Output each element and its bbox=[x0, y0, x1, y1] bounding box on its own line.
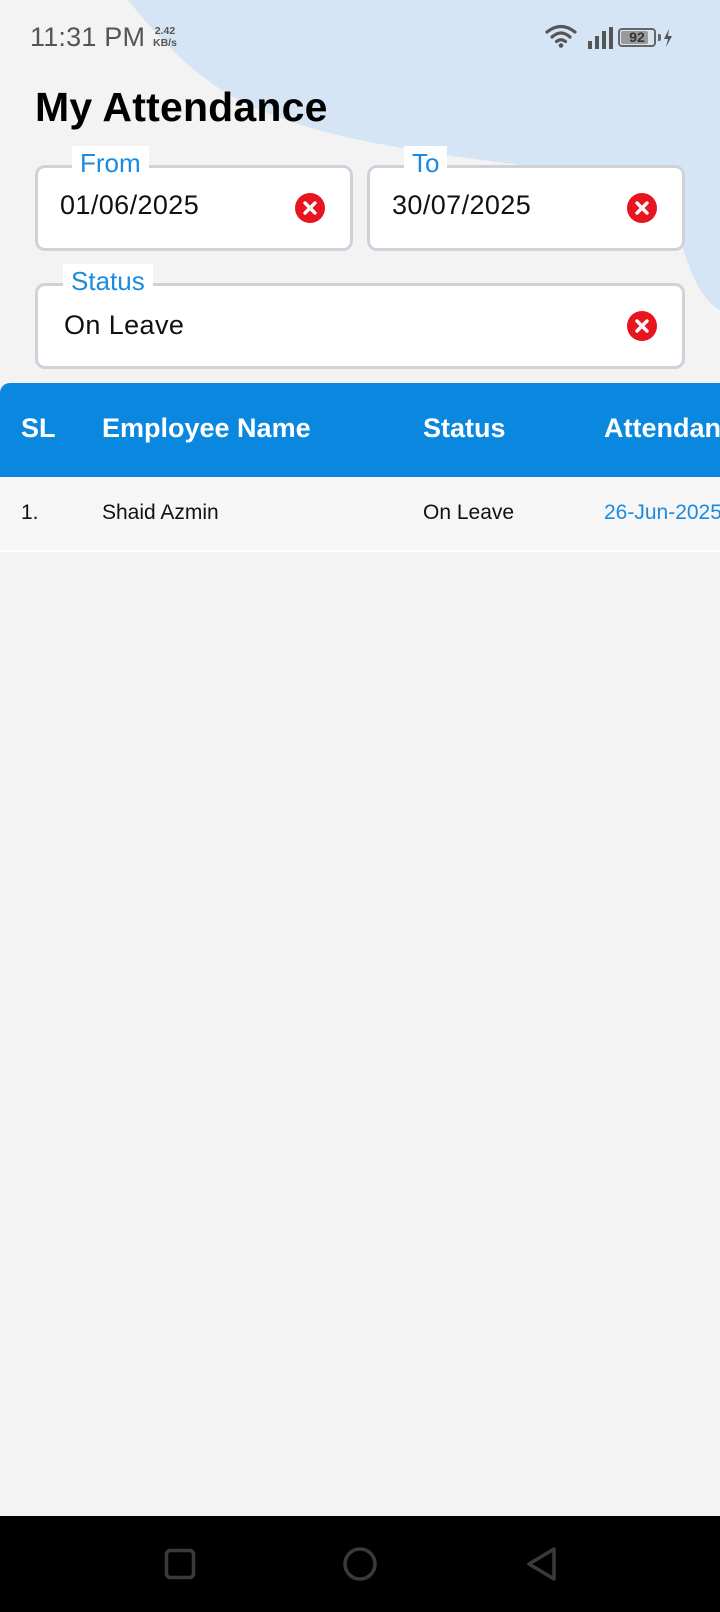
clear-from-button[interactable] bbox=[295, 193, 325, 223]
battery-tip bbox=[658, 34, 661, 41]
cell-employee-name: Shaid Azmin bbox=[102, 501, 219, 524]
back-icon[interactable] bbox=[525, 1546, 559, 1582]
table-row[interactable]: 1. Shaid Azmin On Leave 26-Jun-2025 bbox=[0, 477, 720, 552]
signal-icon bbox=[588, 27, 613, 49]
to-date-value[interactable]: 30/07/2025 bbox=[392, 190, 531, 221]
to-label: To bbox=[404, 146, 448, 180]
from-date-value[interactable]: 01/06/2025 bbox=[60, 190, 199, 221]
header-sl: SL bbox=[21, 413, 56, 443]
header-status: Status bbox=[423, 413, 506, 443]
network-speed-unit: KB/s bbox=[153, 37, 177, 49]
battery-icon: 92 bbox=[618, 28, 656, 47]
to-date-field[interactable]: To 30/07/2025 bbox=[367, 146, 685, 251]
status-filter-field[interactable]: Status On Leave bbox=[35, 264, 685, 369]
page-title: My Attendance bbox=[35, 84, 328, 130]
cell-sl: 1. bbox=[21, 501, 39, 524]
clear-to-button[interactable] bbox=[627, 193, 657, 223]
cell-status: On Leave bbox=[423, 501, 515, 524]
from-label: From bbox=[72, 146, 149, 180]
status-filter-value[interactable]: On Leave bbox=[64, 310, 184, 341]
clear-status-button[interactable] bbox=[627, 311, 657, 341]
close-icon bbox=[303, 201, 317, 215]
close-icon bbox=[635, 201, 649, 215]
attendance-table[interactable]: SL Employee Name Status Attendan 1. Shai… bbox=[0, 383, 720, 552]
charging-icon bbox=[664, 29, 672, 47]
status-label: Status bbox=[63, 264, 153, 298]
wifi-icon bbox=[545, 24, 577, 48]
status-bar: 11:31 PM 2.42 KB/s 92 bbox=[0, 0, 720, 76]
network-speed-value: 2.42 bbox=[154, 25, 176, 37]
header-attendance: Attendan bbox=[604, 413, 720, 443]
close-icon bbox=[635, 319, 649, 333]
cell-attendance-date[interactable]: 26-Jun-2025 bbox=[604, 501, 720, 525]
from-date-field[interactable]: From 01/06/2025 bbox=[35, 146, 353, 251]
status-time: 11:31 PM bbox=[30, 22, 146, 52]
network-speed: 2.42 KB/s bbox=[153, 25, 177, 49]
header-employee-name: Employee Name bbox=[102, 413, 311, 443]
home-icon[interactable] bbox=[342, 1546, 378, 1582]
navigation-bar bbox=[0, 1516, 720, 1612]
battery-level: 92 bbox=[629, 29, 645, 45]
recent-apps-icon[interactable] bbox=[164, 1548, 196, 1580]
table-header: SL Employee Name Status Attendan bbox=[0, 383, 720, 477]
